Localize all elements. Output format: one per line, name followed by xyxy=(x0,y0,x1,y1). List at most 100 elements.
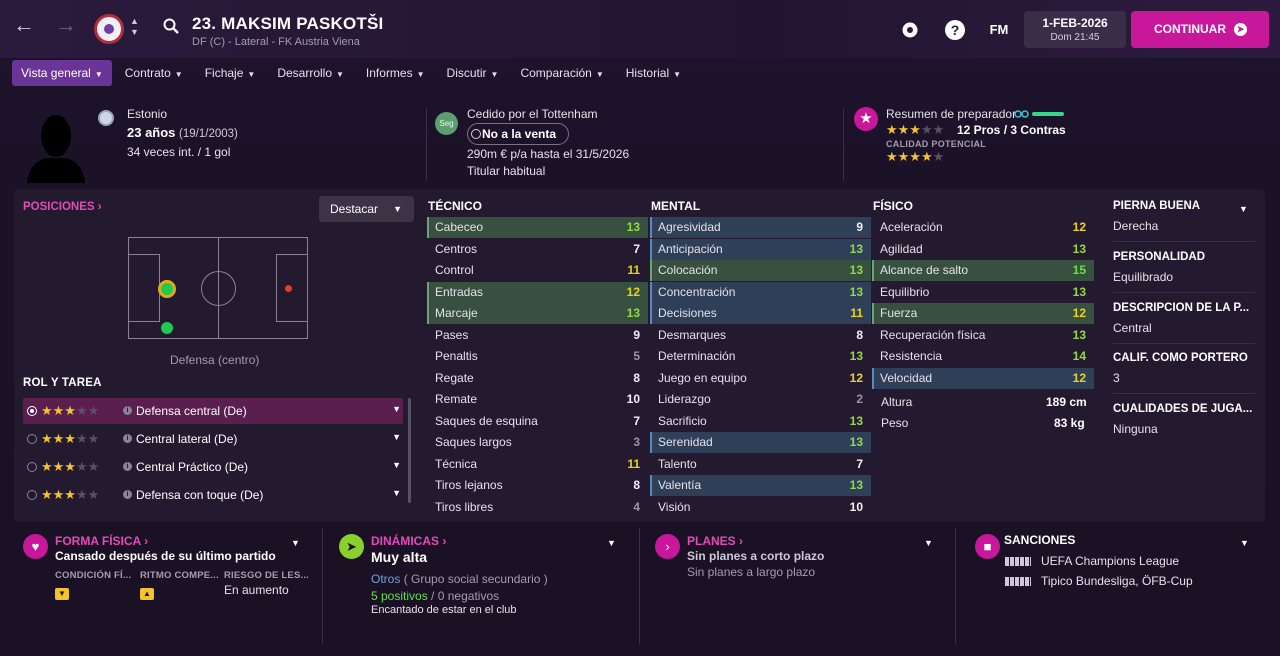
tab-discutir[interactable]: Discutir ▼ xyxy=(438,60,508,86)
attribute-row[interactable]: Remate 10 xyxy=(427,389,648,410)
dinamicas-link[interactable]: DINÁMICAS › xyxy=(371,534,446,548)
chevron-down-icon[interactable]: ▼ xyxy=(924,538,933,548)
attribute-row[interactable]: Tiros libres 4 xyxy=(427,497,648,518)
positions-link[interactable]: POSICIONES › xyxy=(23,201,102,213)
date-box[interactable]: 1-FEB-2026 Dom 21:45 xyxy=(1024,11,1126,48)
transfer-status-badge[interactable]: No a la venta xyxy=(467,123,569,145)
attribute-row[interactable]: Juego en equipo 12 xyxy=(650,368,871,389)
top-bar: ← → ▲ ▼ 23. MAKSIM PASKOTŠI DF (C) - Late… xyxy=(0,0,1280,58)
info-icon[interactable]: i xyxy=(123,434,132,443)
radio-icon[interactable] xyxy=(27,434,37,444)
tab-vista-general[interactable]: Vista general ▼ xyxy=(12,60,112,86)
attribute-row[interactable]: Concentración 13 xyxy=(650,281,871,303)
attribute-row[interactable]: Regate 8 xyxy=(427,368,648,389)
attribute-row[interactable]: Valentía 13 xyxy=(650,475,871,496)
info-icon[interactable]: i xyxy=(123,406,132,415)
attribute-row[interactable]: Agresividad 9 xyxy=(650,217,871,238)
chevron-down-icon[interactable]: ▼ xyxy=(392,432,401,442)
position-pitch xyxy=(128,237,308,339)
attribute-row[interactable]: Liderazgo 2 xyxy=(650,389,871,410)
role-row[interactable]: ★★★★★ i Central Práctico (De) ▼ xyxy=(23,454,403,480)
attribute-row[interactable]: Agilidad 13 xyxy=(872,239,1094,260)
attribute-row[interactable]: Anticipación 13 xyxy=(650,238,871,260)
role-row[interactable]: ★★★★★ i Defensa central (De) ▼ xyxy=(23,398,403,424)
attribute-row[interactable]: Visión 10 xyxy=(650,497,871,518)
attribute-value: 13 xyxy=(626,306,640,320)
attribute-row[interactable]: Velocidad 12 xyxy=(872,367,1094,389)
tab-historial[interactable]: Historial ▼ xyxy=(617,60,690,86)
match-sharpness-label: RITMO COMPE... xyxy=(140,570,219,581)
tab-comparacion[interactable]: Comparación ▼ xyxy=(511,60,612,86)
attribute-row[interactable]: Equilibrio 13 xyxy=(872,282,1094,303)
attribute-row[interactable]: Fuerza 12 xyxy=(872,303,1094,324)
attribute-row[interactable]: Sacrificio 13 xyxy=(650,411,871,432)
chevron-down-icon[interactable]: ▼ xyxy=(1239,204,1248,214)
attribute-row[interactable]: Alcance de salto 15 xyxy=(872,260,1094,281)
search-icon[interactable] xyxy=(163,18,179,34)
role-row[interactable]: ★★★★★ i Defensa con toque (De) ▼ xyxy=(23,482,403,508)
continue-button[interactable]: CONTINUAR ➤ xyxy=(1131,11,1269,48)
attribute-row[interactable]: Decisiones 11 xyxy=(650,303,871,324)
tab-informes[interactable]: Informes ▼ xyxy=(357,60,434,86)
attribute-row[interactable]: Centros 7 xyxy=(427,239,648,260)
forward-arrow-icon[interactable]: → xyxy=(54,14,78,38)
ball-icon[interactable] xyxy=(900,20,920,40)
tab-fichaje[interactable]: Fichaje ▼ xyxy=(196,60,265,86)
attribute-row[interactable]: Entradas 12 xyxy=(427,281,648,303)
attribute-row[interactable]: Desmarques 8 xyxy=(650,325,871,346)
relationships: 5 positivos / 0 negativos xyxy=(371,589,500,603)
role-label: Central Práctico (De) xyxy=(136,460,249,474)
attribute-row[interactable]: Talento 7 xyxy=(650,454,871,475)
fm-menu-button[interactable]: FM xyxy=(987,20,1011,40)
divider xyxy=(955,528,956,644)
info-icon[interactable]: i xyxy=(123,490,132,499)
separator xyxy=(1113,241,1255,242)
chevron-down-icon[interactable]: ▼ xyxy=(392,404,401,414)
attribute-row[interactable]: Control 11 xyxy=(427,260,648,281)
attribute-value: 8 xyxy=(633,370,640,385)
attribute-row[interactable]: Cabeceo 13 xyxy=(427,217,648,238)
attribute-row[interactable]: Serenidad 13 xyxy=(650,432,871,453)
social-group-link[interactable]: Otros xyxy=(371,572,400,586)
roles-scrollbar[interactable] xyxy=(408,398,411,503)
potential-ability-stars: ★★★★★ xyxy=(886,149,945,164)
attribute-name: Serenidad xyxy=(658,435,713,449)
chevron-down-icon[interactable]: ▼ xyxy=(1240,538,1249,548)
radio-icon[interactable] xyxy=(27,490,37,500)
help-icon[interactable]: ? xyxy=(945,20,965,40)
attribute-name: Velocidad xyxy=(880,370,933,385)
tab-contrato[interactable]: Contrato ▼ xyxy=(116,60,192,86)
attribute-name: Liderazgo xyxy=(658,392,711,406)
attribute-row[interactable]: Marcaje 13 xyxy=(427,303,648,324)
chevron-down-icon[interactable]: ▼ xyxy=(291,538,300,548)
attribute-row[interactable]: Saques largos 3 xyxy=(427,432,648,453)
sanctions-card-icon: ■ xyxy=(975,534,1000,559)
forma-fisica-link[interactable]: FORMA FÍSICA › xyxy=(55,534,148,548)
chevron-down-icon[interactable]: ▼ xyxy=(607,538,616,548)
attribute-name: Valentía xyxy=(658,478,702,492)
attribute-row[interactable]: Resistencia 14 xyxy=(872,346,1094,367)
info-icon[interactable]: i xyxy=(123,462,132,471)
attribute-row[interactable]: Pases 9 xyxy=(427,325,648,346)
attribute-row[interactable]: Saques de esquina 7 xyxy=(427,411,648,432)
chevron-down-icon[interactable]: ▼ xyxy=(392,488,401,498)
coach-report-title[interactable]: Resumen de preparador xyxy=(886,107,1016,121)
player-switch-icon[interactable]: ▲ ▼ xyxy=(130,16,139,38)
attribute-row[interactable]: Colocación 13 xyxy=(650,260,871,281)
radio-selected-icon[interactable] xyxy=(27,406,37,416)
highlight-dropdown[interactable]: Destacar ▼ xyxy=(319,196,414,222)
attribute-row[interactable]: Determinación 13 xyxy=(650,346,871,367)
attribute-row[interactable]: Recuperación física 13 xyxy=(872,325,1094,346)
planes-link[interactable]: PLANES › xyxy=(687,534,743,548)
club-crest-icon[interactable] xyxy=(94,14,124,44)
radio-icon[interactable] xyxy=(27,462,37,472)
chevron-down-icon[interactable]: ▼ xyxy=(392,460,401,470)
tab-desarrollo[interactable]: Desarrollo ▼ xyxy=(268,60,353,86)
back-arrow-icon[interactable]: ← xyxy=(12,14,36,38)
attribute-row[interactable]: Penaltis 5 xyxy=(427,346,648,367)
attribute-row[interactable]: Aceleración 12 xyxy=(872,217,1094,238)
attribute-row[interactable]: Técnica 11 xyxy=(427,454,648,475)
attribute-row[interactable]: Tiros lejanos 8 xyxy=(427,475,648,496)
attribute-name: Resistencia xyxy=(880,349,943,363)
role-row[interactable]: ★★★★★ i Central lateral (De) ▼ xyxy=(23,426,403,452)
